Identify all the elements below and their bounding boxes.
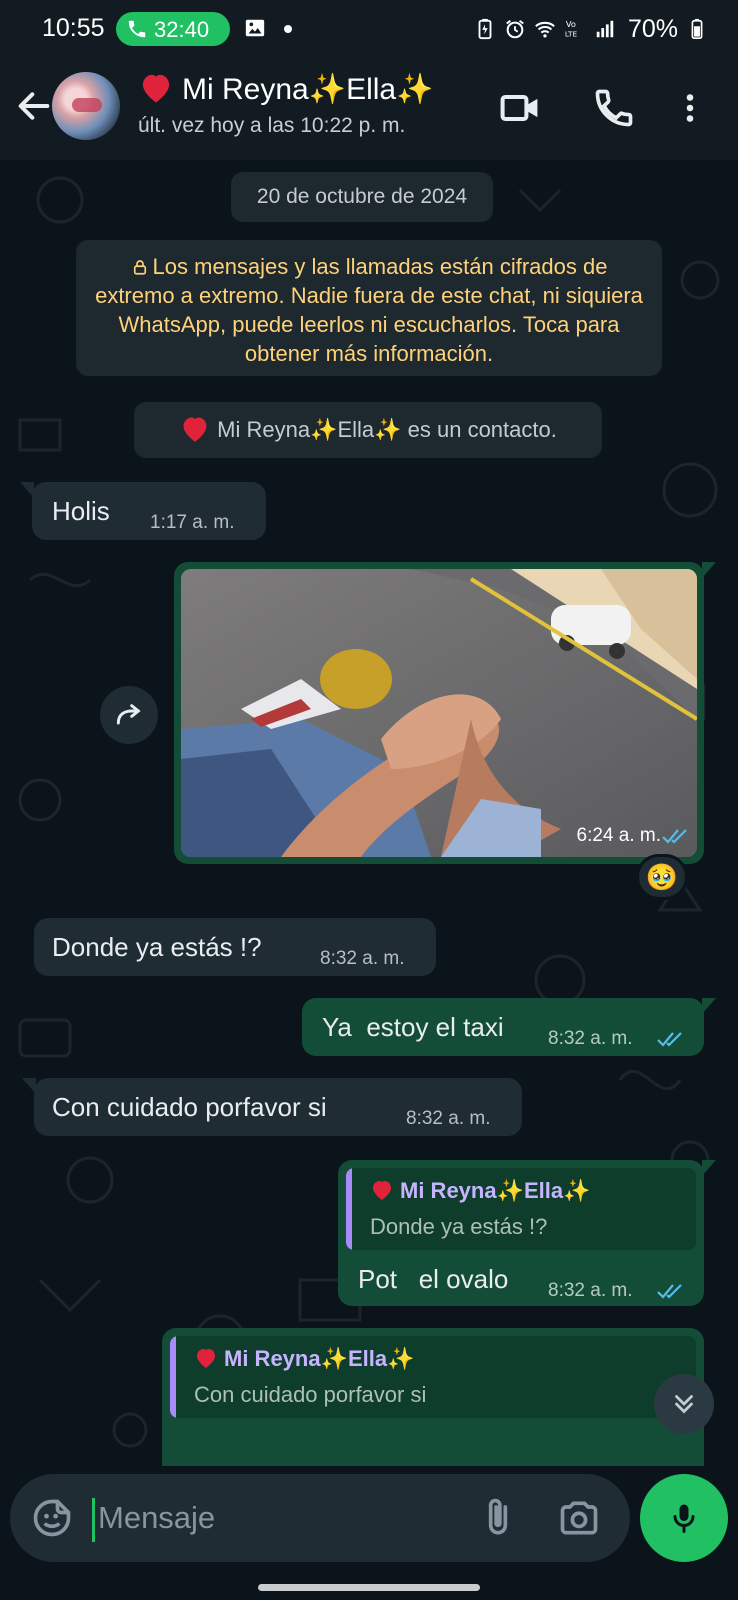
heart-icon [373, 1181, 391, 1200]
more-vert-icon[interactable] [672, 86, 708, 130]
contact-notice-name: Mi Reyna✨Ella✨ [217, 417, 402, 442]
heart-icon [197, 1349, 215, 1368]
mic-icon [673, 1504, 695, 1533]
navigation-bar [0, 1570, 738, 1600]
photo-hands[interactable]: 6:24 a. m. [181, 569, 697, 857]
mic-button[interactable] [640, 1474, 728, 1562]
message-image-outgoing[interactable]: 6:24 a. m. [174, 562, 716, 864]
wifi-icon [535, 21, 555, 38]
message-time: 6:24 a. m. [576, 825, 662, 846]
chat-header: Mi Reyna✨Ella✨ últ. vez hoy a las 10:22 … [0, 58, 738, 160]
battery-saver-icon [478, 18, 492, 40]
contact-notice-suffix: es un contacto. [401, 417, 557, 442]
camera-icon[interactable] [556, 1496, 602, 1540]
sticker-icon[interactable] [30, 1496, 74, 1540]
message-composer[interactable] [10, 1474, 630, 1562]
quote-author: Mi Reyna✨Ella✨ [370, 1178, 591, 1204]
alarm-icon [506, 19, 524, 39]
message-incoming[interactable]: Holis 1:17 a. m. [20, 482, 266, 540]
quote-text: Con cuidado porfavor si [194, 1382, 427, 1407]
phone-icon [128, 20, 146, 38]
lock-icon [133, 260, 146, 275]
signal-icon [596, 20, 614, 38]
read-ticks-icon [662, 829, 687, 844]
message-text: Con cuidado porfavor si [52, 1092, 327, 1122]
quote-text: Donde ya estás !? [370, 1214, 548, 1239]
message-text: Holis [52, 496, 110, 526]
forward-icon [116, 704, 141, 725]
compose-bar [0, 1466, 738, 1570]
home-indicator[interactable] [258, 1584, 480, 1591]
back-arrow-icon[interactable] [14, 86, 54, 126]
quote-author-text: Mi Reyna✨Ella✨ [224, 1346, 415, 1371]
chat-area[interactable]: 20 de octubre de 2024 Los mensajes y las… [0, 160, 738, 1466]
message-time: 8:32 a. m. [548, 1028, 633, 1049]
message-reply-outgoing[interactable]: Mi Reyna✨Ella✨ Con cuidado porfavor si [162, 1328, 704, 1466]
last-seen: últ. vez hoy a las 10:22 p. m. [138, 114, 406, 137]
message-reply-outgoing[interactable]: Mi Reyna✨Ella✨ Donde ya estás !? Pot el … [338, 1160, 716, 1306]
text-cursor [92, 1498, 95, 1542]
message-time: 8:32 a. m. [320, 948, 405, 969]
encryption-notice-text: Los mensajes y las llamadas están cifrad… [95, 254, 643, 366]
message-incoming[interactable]: Donde ya estás !? 8:32 a. m. [34, 918, 436, 976]
message-outgoing[interactable]: Ya estoy el taxi 8:32 a. m. [302, 998, 716, 1056]
quote-author-text: Mi Reyna✨Ella✨ [400, 1178, 591, 1203]
contact-name-text: Mi Reyna✨Ella✨ [182, 73, 434, 106]
forward-button[interactable] [100, 686, 158, 744]
svg-text:Vo: Vo [566, 19, 576, 29]
contact-notice[interactable]: Mi Reyna✨Ella✨ es un contacto. [134, 402, 602, 458]
read-ticks-icon [657, 1284, 682, 1299]
message-reaction[interactable]: 🥹 [636, 854, 688, 900]
heart-icon [142, 74, 170, 103]
message-text: Donde ya estás !? [52, 932, 262, 962]
battery-percent: 70% [627, 14, 678, 43]
date-chip: 20 de octubre de 2024 [231, 172, 493, 222]
scroll-to-bottom-button[interactable] [654, 1374, 714, 1434]
quoted-message[interactable]: Mi Reyna✨Ella✨ Con cuidado porfavor si [170, 1336, 696, 1418]
battery-icon [691, 18, 703, 39]
status-bar: 10:55 32:40 Vo LTE 70% [0, 0, 738, 58]
image-icon [245, 19, 265, 37]
message-incoming[interactable]: Con cuidado porfavor si 8:32 a. m. [22, 1078, 522, 1136]
avatar[interactable] [52, 72, 120, 140]
encryption-notice[interactable]: Los mensajes y las llamadas están cifrad… [76, 240, 662, 376]
quote-bar [170, 1336, 176, 1418]
heart-icon [183, 417, 207, 442]
video-call-icon[interactable] [498, 86, 542, 130]
message-time: 8:32 a. m. [548, 1280, 633, 1301]
photo-image [181, 569, 697, 857]
message-time: 1:17 a. m. [150, 512, 235, 533]
message-time: 8:32 a. m. [406, 1108, 491, 1129]
message-input[interactable] [98, 1492, 458, 1544]
notification-dot [284, 25, 292, 33]
volte-icon: Vo LTE [565, 19, 578, 38]
message-text: Pot el ovalo [358, 1264, 509, 1294]
quote-bar [346, 1168, 352, 1250]
message-text: Ya estoy el taxi [322, 1012, 504, 1042]
quoted-message[interactable]: Mi Reyna✨Ella✨ Donde ya estás !? [346, 1168, 696, 1250]
read-ticks-icon [657, 1032, 682, 1047]
status-time: 10:55 [42, 14, 105, 42]
status-icons: Vo LTE 70% [474, 14, 708, 44]
call-duration: 32:40 [154, 17, 210, 42]
svg-text:LTE: LTE [565, 29, 578, 38]
quote-author: Mi Reyna✨Ella✨ [194, 1346, 415, 1372]
contact-name[interactable]: Mi Reyna✨Ella✨ [138, 72, 433, 107]
attach-icon[interactable] [476, 1496, 520, 1540]
phone-icon[interactable] [592, 86, 636, 130]
double-chevron-down-icon [675, 1395, 693, 1414]
ongoing-call-chip[interactable]: 32:40 [116, 12, 230, 46]
